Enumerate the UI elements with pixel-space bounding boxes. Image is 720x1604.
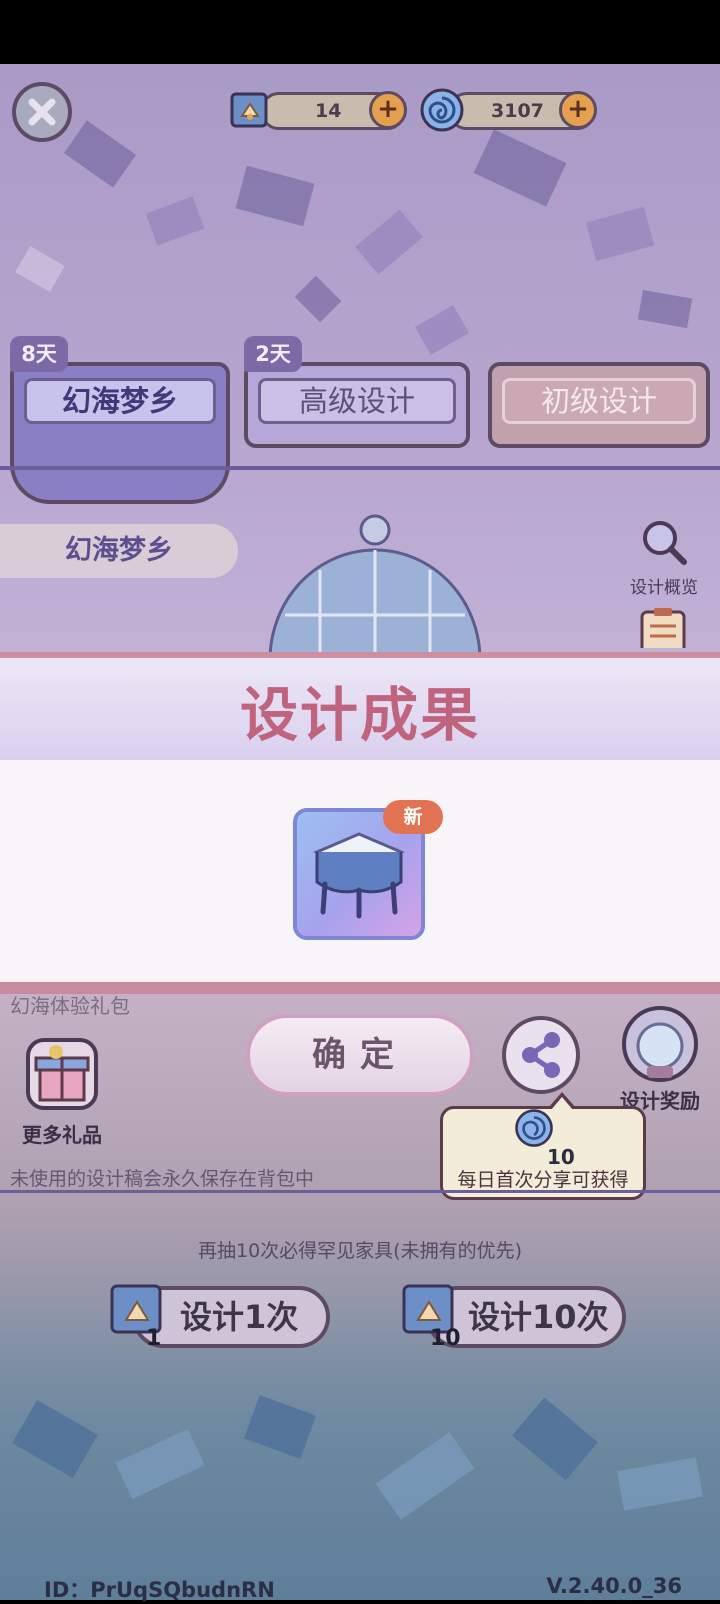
tab-label: 初级设计 [502, 378, 696, 424]
bg-shard [294, 275, 342, 323]
pity-guarantee-text: 再抽10次必得罕见家具(未拥有的优先) [197, 1240, 522, 1262]
tab-label: 高级设计 [258, 378, 456, 424]
bg-shard [145, 196, 205, 246]
design-ten-cost: 10 [430, 1326, 461, 1351]
confirm-button[interactable]: 确定 [246, 1014, 474, 1096]
design-result-modal: 设计成果 新 [0, 652, 720, 994]
bg-shard [637, 289, 693, 329]
gift-pack-label: 幻海体验礼包 [10, 994, 130, 1018]
design-reward-button[interactable]: 设计奖励 [612, 1004, 708, 1114]
modal-title: 设计成果 [239, 681, 480, 749]
bg-shard [63, 120, 137, 188]
swirl-coin-count: 3107 [491, 100, 544, 122]
info-divider [0, 1190, 720, 1193]
days-remaining-badge: 8天 [10, 336, 68, 372]
modal-header: 设计成果 [0, 652, 720, 760]
design-overview-label: 设计概览 [630, 578, 698, 598]
tab-basic-design[interactable]: 初级设计 [488, 362, 710, 448]
days-remaining-badge: 2天 [244, 336, 302, 372]
tab-advanced-design[interactable]: 高级设计 [244, 362, 470, 448]
bg-shard [235, 165, 315, 227]
tab-divider [0, 466, 720, 470]
bg-shard [617, 1457, 703, 1511]
more-gifts-label: 更多礼品 [22, 1123, 102, 1147]
version-label: V.2.40.0_36 [546, 1574, 682, 1598]
crystal-ball-icon [622, 1006, 698, 1082]
ticket-icon [230, 92, 268, 128]
bg-shard [473, 129, 567, 207]
bg-shard [243, 1395, 317, 1459]
tooltip-arrow-fill [551, 1097, 573, 1110]
search-icon [643, 521, 687, 565]
share-reward-text: 每日首次分享可获得 [457, 1169, 629, 1191]
design-once-cost: 1 [146, 1326, 162, 1351]
clipboard-icon [640, 608, 686, 648]
swirl-coin-icon [420, 88, 464, 132]
status-bar [0, 0, 720, 64]
close-button[interactable] [12, 82, 72, 142]
tab-dream-sea[interactable]: 幻海梦乡 [10, 362, 230, 504]
bg-shard [512, 1397, 598, 1481]
new-item-badge: 新 [383, 800, 443, 834]
tab-label: 幻海梦乡 [24, 378, 216, 424]
bg-shard [375, 1432, 475, 1520]
close-icon [28, 98, 56, 126]
share-icon [522, 1032, 560, 1078]
bg-shard [15, 246, 65, 292]
ticket-count: 14 [315, 100, 342, 122]
design-ten-label: 设计10次 [468, 1298, 609, 1336]
ticket-currency: 14 + [260, 91, 407, 130]
swirl-coin-icon [515, 1109, 553, 1147]
dome-illustration [268, 514, 482, 660]
bg-shard [585, 206, 655, 262]
series-name-chip: 幻海梦乡 [0, 524, 238, 578]
buy-tickets-button[interactable]: + [369, 91, 407, 129]
gift-icon [26, 1038, 98, 1110]
swirl-coin-currency: 3107 + [448, 91, 597, 130]
plus-icon: + [377, 94, 399, 124]
design-overview-button[interactable]: 设计概览 [618, 516, 710, 598]
bg-shard [414, 305, 470, 355]
more-gifts-button[interactable]: 更多礼品 [14, 1034, 110, 1148]
plus-icon: + [567, 94, 589, 124]
bg-shard [12, 1399, 98, 1479]
share-reward-tooltip: 10 每日首次分享可获得 [440, 1106, 646, 1200]
share-button[interactable] [502, 1016, 580, 1094]
storage-info-text: 未使用的设计稿会永久保存在背包中 [10, 1168, 315, 1190]
design-once-label: 设计1次 [180, 1298, 299, 1336]
buy-swirl-coins-button[interactable]: + [559, 91, 597, 129]
bg-shard [115, 1428, 205, 1500]
bg-shard [355, 209, 423, 275]
